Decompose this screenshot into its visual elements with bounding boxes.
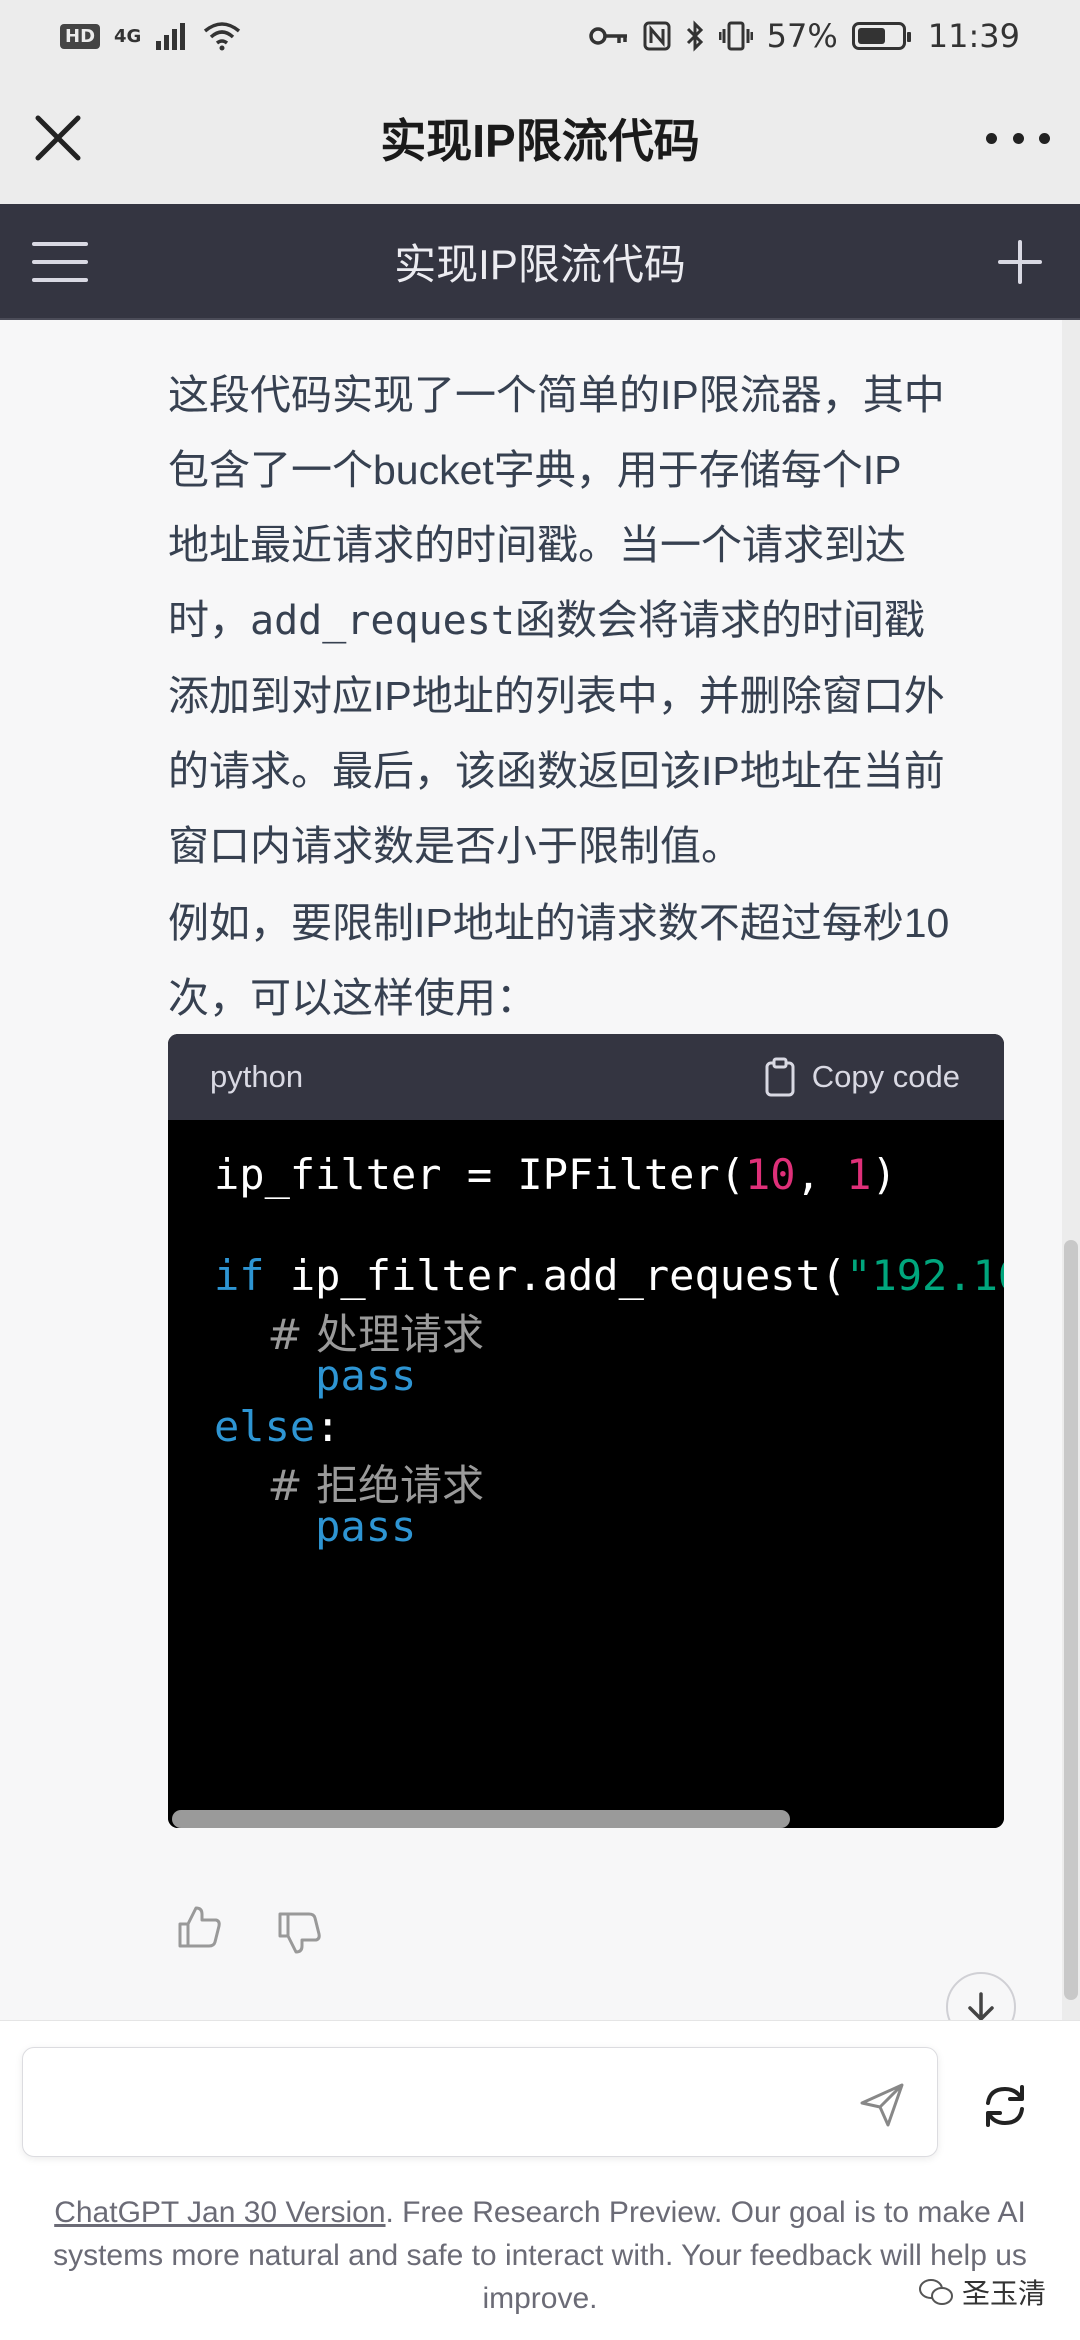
scroll-to-bottom-button[interactable] bbox=[946, 1972, 1016, 2020]
battery-fill bbox=[857, 28, 886, 44]
code-block: python Copy code ip_filter = IPFilter(10… bbox=[168, 1034, 1004, 1828]
chat-title: 实现IP限流代码 bbox=[394, 240, 686, 288]
thumbs-up-icon[interactable] bbox=[176, 1904, 222, 1950]
chat-content[interactable]: 这段代码实现了一个简单的IP限流器，其中 包含了一个bucket字典，用于存储每… bbox=[0, 320, 1080, 2020]
code-token: pass bbox=[315, 1502, 417, 1552]
paragraph-line: 添加到对应IP地址的列表中，并删除窗口外 bbox=[168, 673, 945, 719]
thumbs-down-icon[interactable] bbox=[276, 1910, 322, 1956]
battery-icon bbox=[851, 22, 911, 50]
wechat-icon bbox=[919, 2279, 953, 2305]
paragraph-line: 这段代码实现了一个简单的IP限流器，其中 bbox=[168, 372, 945, 418]
code-block-header: python Copy code bbox=[168, 1034, 1004, 1120]
code-token: : bbox=[315, 1401, 341, 1451]
wifi-icon bbox=[204, 22, 241, 51]
signal-icon bbox=[156, 23, 186, 50]
watermark: 圣玉清 bbox=[918, 2272, 1046, 2312]
code-line: if ip_filter.add_request("192.168.1.1"): bbox=[214, 1251, 1004, 1300]
paragraph-line: 例如，要限制IP地址的请求数不超过每秒10 bbox=[168, 900, 950, 946]
paragraph-line: 次，可以这样使用： bbox=[168, 975, 537, 1021]
copy-code-label: Copy code bbox=[811, 1059, 960, 1094]
bluetooth-icon bbox=[686, 20, 703, 52]
page-title: 实现IP限流代码 bbox=[380, 115, 700, 167]
code-line: ip_filter = IPFilter(10, 1) bbox=[214, 1150, 897, 1199]
status-left: HD 4G bbox=[60, 21, 241, 51]
code-line: pass bbox=[214, 1351, 416, 1400]
plus-icon[interactable] bbox=[998, 240, 1042, 284]
code-token: 1 bbox=[846, 1150, 872, 1199]
code-token: if bbox=[214, 1250, 265, 1300]
copy-code-button[interactable]: Copy code bbox=[764, 1057, 960, 1097]
refresh-icon[interactable] bbox=[980, 2081, 1030, 2131]
nfc-icon bbox=[643, 21, 671, 51]
menu-icon[interactable] bbox=[32, 242, 88, 282]
code-line: else: bbox=[214, 1402, 340, 1451]
paragraph-line: 时，add_request函数会将请求的时间戳 bbox=[168, 583, 998, 659]
paragraph-line: 地址最近请求的时间戳。当一个请求到达 bbox=[168, 522, 906, 568]
code-token: "192.168.1.1" bbox=[846, 1250, 1004, 1300]
scrollbar[interactable] bbox=[1062, 320, 1080, 2020]
code-body: ip_filter = IPFilter(10, 1) if ip_filter.… bbox=[168, 1120, 1004, 1810]
clipboard-icon bbox=[765, 1057, 795, 1097]
assistant-paragraph-1: 这段代码实现了一个简单的IP限流器，其中 包含了一个bucket字典，用于存储每… bbox=[168, 358, 998, 884]
paragraph-line: 的请求。最后，该函数返回该IP地址在当前 bbox=[168, 748, 945, 794]
paragraph-line-prefix: 时， bbox=[168, 597, 250, 643]
code-language: python bbox=[210, 1059, 304, 1094]
more-icon[interactable] bbox=[986, 116, 1050, 160]
inline-code: add_request bbox=[250, 598, 515, 644]
assistant-paragraph-2: 例如，要限制IP地址的请求数不超过每秒10 次，可以这样使用： bbox=[168, 886, 998, 1036]
paragraph-line-suffix: 函数会将请求的时间戳 bbox=[514, 597, 925, 643]
footer-disclaimer: ChatGPT Jan 30 Version. Free Research Pr… bbox=[30, 2191, 1050, 2320]
code-token: 10 bbox=[745, 1150, 796, 1199]
scrollbar-thumb[interactable] bbox=[1064, 1240, 1078, 2000]
send-icon[interactable] bbox=[858, 2081, 906, 2129]
close-icon[interactable] bbox=[30, 110, 86, 166]
arrow-down-icon bbox=[968, 1992, 994, 2020]
chat-header: 实现IP限流代码 bbox=[0, 204, 1080, 320]
hd-badge: HD bbox=[60, 23, 101, 49]
code-token: ip_filter = IPFilter( bbox=[214, 1150, 746, 1199]
status-right: 57% 11:39 bbox=[588, 17, 1020, 55]
code-token: pass bbox=[315, 1351, 417, 1401]
version-link[interactable]: ChatGPT Jan 30 Version bbox=[54, 2196, 385, 2229]
network-type: 4G bbox=[114, 25, 142, 47]
code-token: ) bbox=[871, 1150, 897, 1199]
paragraph-line: 窗口内请求数是否小于限制值。 bbox=[168, 823, 742, 869]
battery-percent: 57% bbox=[766, 17, 838, 55]
code-token: , bbox=[795, 1150, 847, 1199]
code-token: else bbox=[214, 1401, 316, 1451]
vibrate-icon bbox=[718, 21, 753, 51]
paragraph-line: 包含了一个bucket字典，用于存储每个IP bbox=[168, 447, 902, 493]
status-bar: HD 4G 57% 11:39 bbox=[0, 0, 1080, 72]
message-input[interactable] bbox=[22, 2047, 938, 2157]
app-bar: 实现IP限流代码 bbox=[0, 72, 1080, 204]
code-token: ip_filter.add_request( bbox=[264, 1250, 847, 1300]
code-horizontal-scrollbar[interactable] bbox=[168, 1810, 1004, 1828]
key-icon bbox=[588, 27, 627, 45]
code-line: pass bbox=[214, 1502, 416, 1551]
code-scrollbar-thumb[interactable] bbox=[172, 1810, 790, 1828]
watermark-text: 圣玉清 bbox=[962, 2277, 1047, 2310]
clock: 11:39 bbox=[927, 17, 1020, 55]
